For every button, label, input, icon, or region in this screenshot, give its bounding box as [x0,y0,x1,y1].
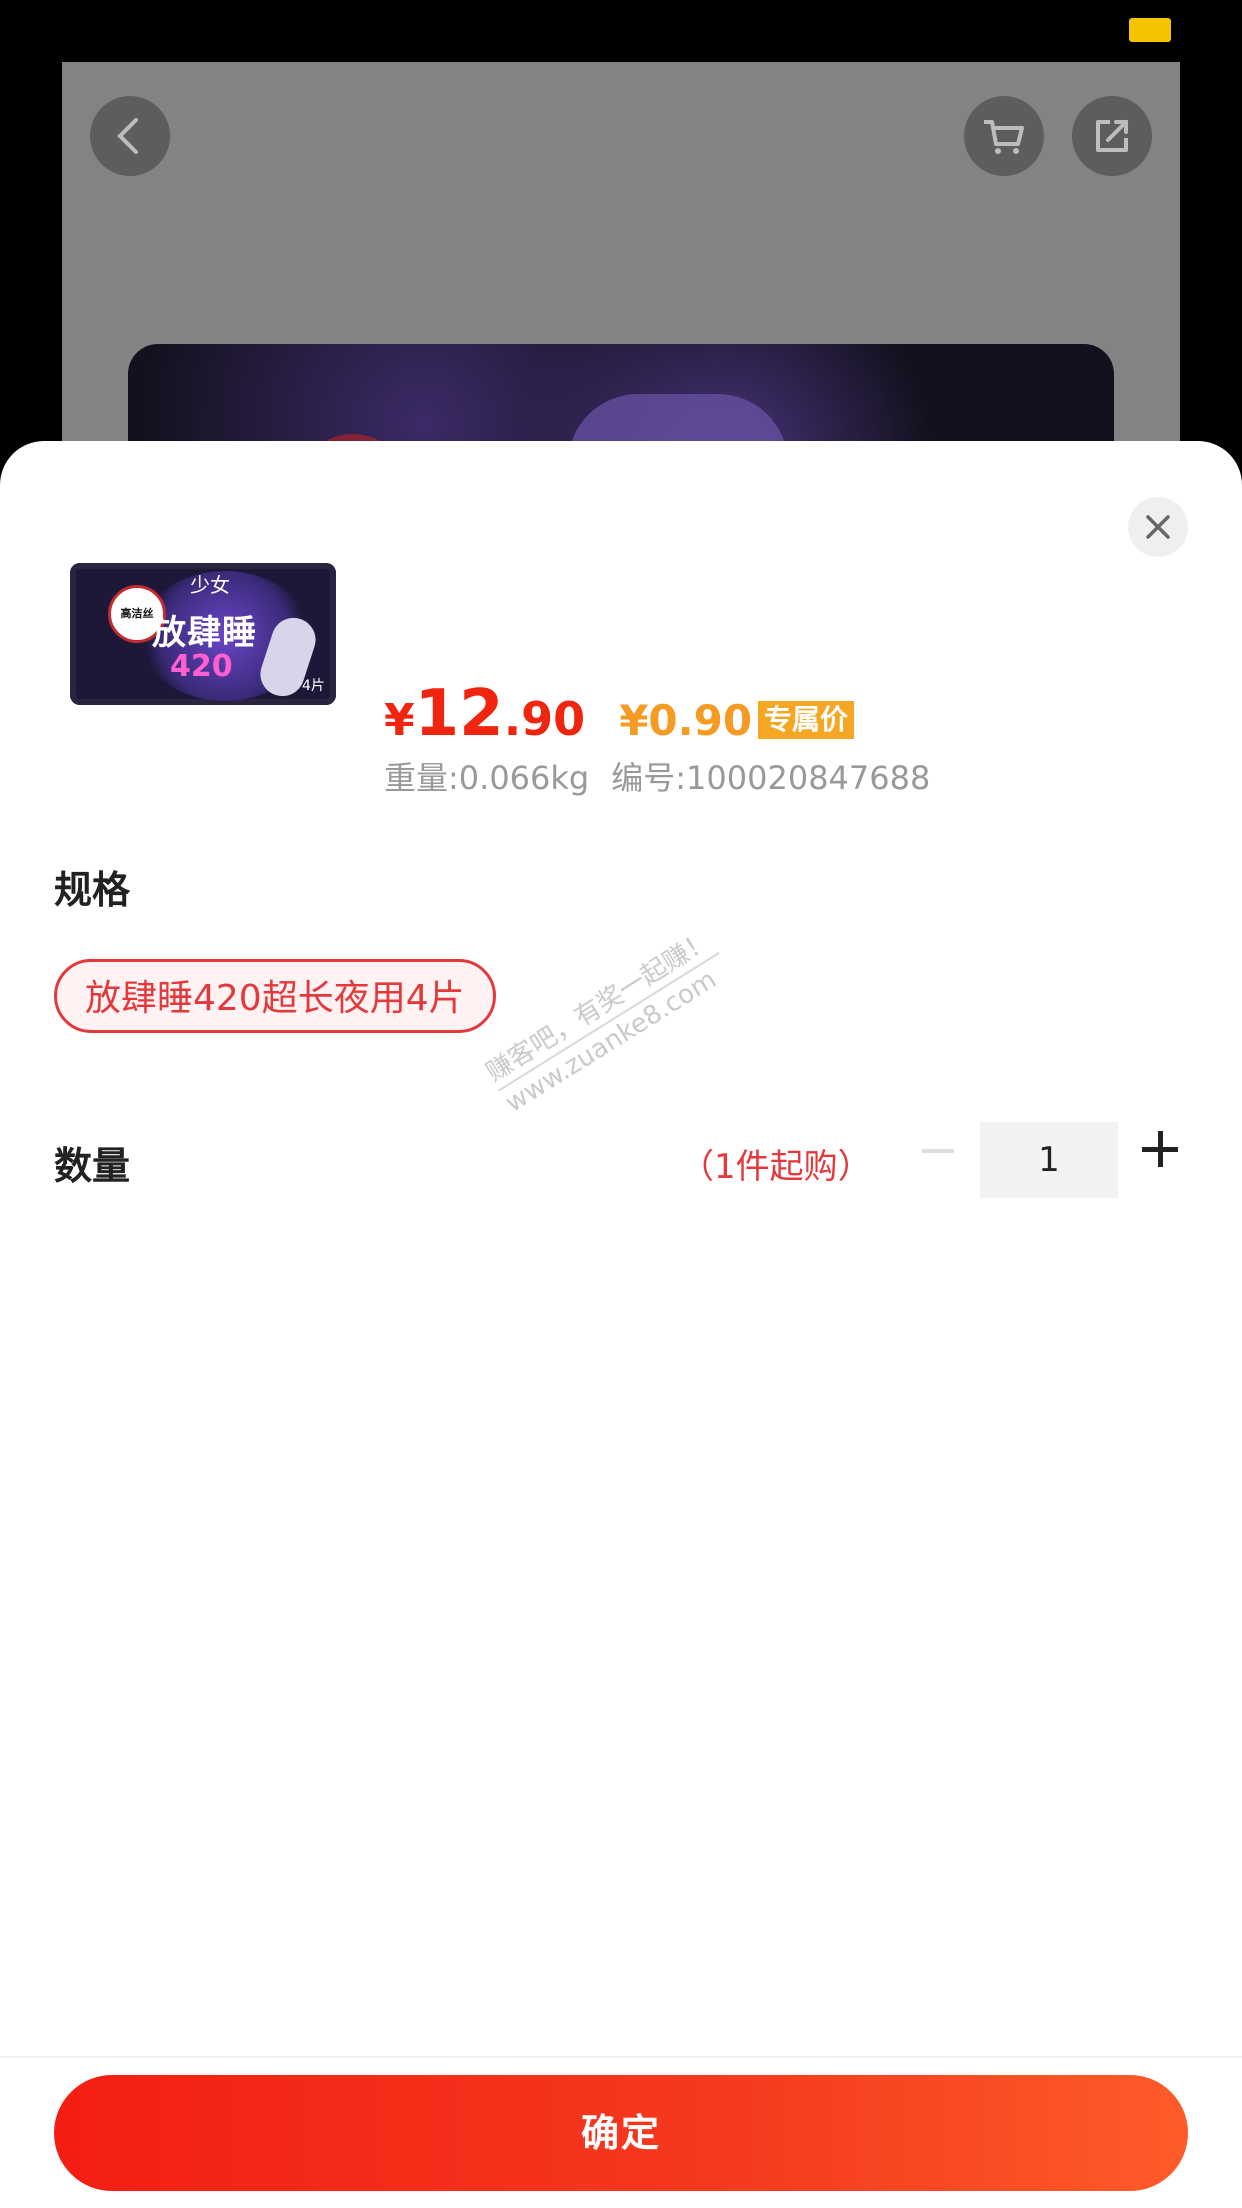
brand-text: 少女 [190,573,230,597]
quantity-increase-button[interactable] [1142,1131,1178,1167]
close-icon [1146,515,1170,539]
battery-icon [1129,18,1171,42]
chevron-left-icon [117,118,138,154]
product-package-image: 高洁丝 少女 放肆睡 420 4片 [70,563,336,705]
confirm-button[interactable]: 确定 [54,2075,1188,2191]
cart-button[interactable] [964,96,1044,176]
footer-divider [0,2056,1242,2058]
exclusive-price: ¥0.90 [619,696,753,745]
product-detail-background [62,62,1180,462]
current-price: ¥12.90 [384,677,586,751]
product-thumbnail: 高洁丝 少女 放肆睡 420 4片 [54,551,354,791]
close-button[interactable] [1128,497,1188,557]
quantity-min-note: （1件起购） [680,1147,872,1187]
share-icon [1096,120,1128,152]
minus-icon [922,1149,954,1153]
share-button[interactable] [1072,96,1152,176]
pack-count: 4片 [302,678,325,694]
product-weight: 重量:0.066kg [384,759,590,797]
cart-icon [984,120,1024,154]
watermark: 赚客吧，有奖一起赚！ www.zuanke8.com [480,923,738,1121]
product-meta: 重量:0.066kg 编号:100020847688 [384,753,930,799]
product-line2: 420 [170,649,233,684]
spec-option-selected[interactable]: 放肆睡420超长夜用4片 [54,959,496,1033]
spec-selection-sheet: 高洁丝 少女 放肆睡 420 4片 ¥12.90 ¥0.90 专属价 重量:0.… [0,441,1242,2208]
product-sku: 编号:100020847688 [611,759,931,797]
price-row: ¥12.90 ¥0.90 专属价 [384,677,855,751]
back-button[interactable] [90,96,170,176]
quantity-title: 数量 [54,1144,131,1188]
spec-title: 规格 [54,868,131,912]
product-line1: 放肆睡 [152,613,257,653]
quantity-input[interactable]: 1 [980,1122,1118,1198]
exclusive-price-tag: 专属价 [758,701,855,739]
